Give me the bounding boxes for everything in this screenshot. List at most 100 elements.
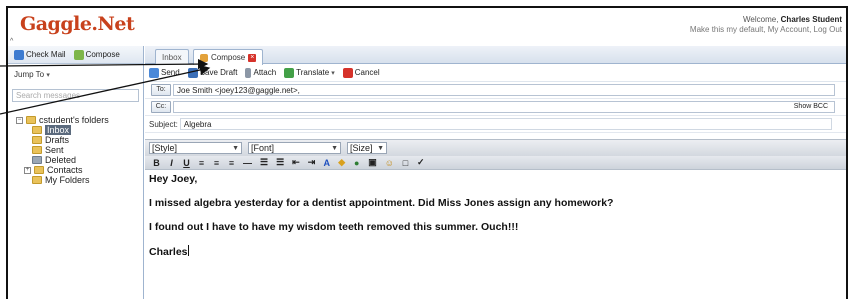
subject-label: Subject: xyxy=(149,119,178,129)
save-draft-button[interactable]: Save Draft xyxy=(187,67,238,78)
tree-item-drafts[interactable]: Drafts xyxy=(16,135,143,145)
check-mail-label: Check Mail xyxy=(26,50,66,59)
italic-icon[interactable]: I xyxy=(168,158,175,168)
chevron-down-icon: ▼ xyxy=(232,144,239,152)
tree-root[interactable]: − cstudent's folders xyxy=(16,115,143,125)
cc-field[interactable] xyxy=(173,101,835,113)
subject-row: Subject: Algebra xyxy=(145,116,846,133)
outdent-icon[interactable]: ⇤ xyxy=(292,157,300,168)
font-select[interactable]: [Font] ▼ xyxy=(248,142,341,154)
tree-item-my-folders[interactable]: My Folders xyxy=(16,175,143,185)
style-select-value: [Style] xyxy=(152,143,178,153)
message-greeting: Hey Joey, xyxy=(149,173,198,185)
jump-to-menu[interactable]: Jump To ▾ xyxy=(14,70,143,79)
align-left-icon[interactable]: ≡ xyxy=(198,158,205,168)
message-signature: Charles xyxy=(149,246,188,258)
sent-icon xyxy=(32,146,42,154)
tree-item-deleted-label: Deleted xyxy=(45,155,77,165)
horizontal-rule-icon[interactable]: — xyxy=(243,158,252,168)
message-signature-row: Charles xyxy=(149,245,842,259)
style-select[interactable]: [Style] ▼ xyxy=(149,142,242,154)
cancel-icon xyxy=(342,67,353,78)
message-body[interactable]: Hey Joey, I missed algebra yesterday for… xyxy=(145,170,846,259)
tree-item-deleted[interactable]: Deleted xyxy=(16,155,143,165)
show-bcc-link[interactable]: Show BCC xyxy=(794,103,828,110)
attach-button[interactable]: Attach xyxy=(245,67,276,78)
close-icon[interactable]: × xyxy=(248,53,257,62)
table-icon[interactable]: □ xyxy=(402,158,409,168)
account-links[interactable]: Make this my default, My Account, Log Ou… xyxy=(690,25,842,35)
translate-button[interactable]: Translate ▾ xyxy=(284,67,335,78)
check-mail-icon xyxy=(14,49,24,60)
unordered-list-icon[interactable]: ☰ xyxy=(276,157,284,168)
tree-item-inbox[interactable]: Inbox xyxy=(16,125,143,135)
compose-label: Compose xyxy=(85,50,120,59)
size-select-value: [Size] xyxy=(350,143,373,153)
folder-icon xyxy=(26,116,36,124)
cancel-button[interactable]: Cancel xyxy=(342,67,380,78)
gaggle-logo[interactable]: Gaggle.Net xyxy=(20,13,135,35)
format-toolbar: [Style] ▼ [Font] ▼ [Size] ▼ xyxy=(145,139,846,156)
text-color-icon[interactable]: A xyxy=(323,158,331,168)
send-button[interactable]: Send xyxy=(149,67,180,78)
welcome-prefix: Welcome, xyxy=(743,15,781,24)
spellcheck-icon[interactable]: ✓ xyxy=(417,157,425,168)
cancel-label: Cancel xyxy=(354,68,380,77)
tab-inbox[interactable]: Inbox xyxy=(155,49,189,64)
indent-icon[interactable]: ⇥ xyxy=(308,157,316,168)
paperclip-icon xyxy=(245,67,252,78)
my-folders-icon xyxy=(32,176,42,184)
collapse-arrow-icon[interactable]: ^ xyxy=(10,38,16,46)
tab-strip: Inbox Compose × xyxy=(145,46,846,65)
send-icon xyxy=(149,67,159,78)
check-mail-button[interactable]: Check Mail xyxy=(14,49,66,60)
size-select[interactable]: [Size] ▼ xyxy=(347,142,387,154)
cc-row: Cc: Show BCC xyxy=(145,99,846,116)
bold-icon[interactable]: B xyxy=(153,158,160,168)
save-draft-label: Save Draft xyxy=(199,68,238,77)
align-right-icon[interactable]: ≡ xyxy=(228,158,235,168)
tree-item-contacts[interactable]: + Contacts xyxy=(16,165,143,175)
image-icon[interactable]: ▣ xyxy=(368,157,377,168)
contacts-icon xyxy=(34,166,44,174)
compose-icon xyxy=(73,49,84,60)
highlight-icon[interactable]: ◆ xyxy=(338,157,345,168)
tab-inbox-label: Inbox xyxy=(162,52,182,62)
align-center-icon[interactable]: ≡ xyxy=(213,158,220,168)
font-select-value: [Font] xyxy=(251,143,275,153)
drafts-icon xyxy=(32,136,42,144)
tree-root-label: cstudent's folders xyxy=(39,115,109,125)
to-row: To: Joe Smith <joey123@gaggle.net>, xyxy=(145,82,846,99)
welcome-area: Welcome, Charles Student Make this my de… xyxy=(690,15,842,35)
text-cursor xyxy=(187,245,189,256)
subject-field[interactable]: Algebra xyxy=(179,118,832,130)
tree-item-sent[interactable]: Sent xyxy=(16,145,143,155)
emoticon-icon[interactable]: ☺ xyxy=(385,158,394,168)
to-button[interactable]: To: xyxy=(151,84,171,96)
inbox-icon xyxy=(32,126,42,134)
send-label: Send xyxy=(161,68,180,77)
tree-item-contacts-label: Contacts xyxy=(47,165,83,175)
message-line-1: I missed algebra yesterday for a dentist… xyxy=(149,197,614,209)
collapse-icon[interactable]: − xyxy=(16,116,23,124)
tab-compose-label: Compose xyxy=(211,53,246,62)
search-input[interactable]: Search messages xyxy=(12,89,139,102)
folder-tree: − cstudent's folders Inbox Drafts Sent D… xyxy=(8,115,143,185)
expand-icon[interactable]: + xyxy=(24,166,31,174)
compose-icon xyxy=(200,53,208,62)
tree-item-sent-label: Sent xyxy=(45,145,64,155)
ordered-list-icon[interactable]: ☰ xyxy=(260,157,268,168)
left-toolbar: Check Mail Compose xyxy=(8,46,143,64)
compose-pane: Inbox Compose × Send Save Draft Attach T… xyxy=(145,46,846,299)
tab-compose[interactable]: Compose × xyxy=(193,49,264,65)
link-icon[interactable]: ● xyxy=(353,158,360,168)
underline-icon[interactable]: U xyxy=(183,158,190,168)
compose-button[interactable]: Compose xyxy=(73,49,120,60)
cc-button[interactable]: Cc: xyxy=(151,101,171,113)
left-panel: Check Mail Compose Jump To ▾ Search mess… xyxy=(8,46,144,299)
to-field[interactable]: Joe Smith <joey123@gaggle.net>, xyxy=(173,84,835,96)
tree-item-inbox-label: Inbox xyxy=(45,125,72,135)
tree-item-my-folders-label: My Folders xyxy=(45,175,90,185)
chevron-down-icon: ▼ xyxy=(377,144,384,152)
translate-label: Translate xyxy=(296,68,330,77)
